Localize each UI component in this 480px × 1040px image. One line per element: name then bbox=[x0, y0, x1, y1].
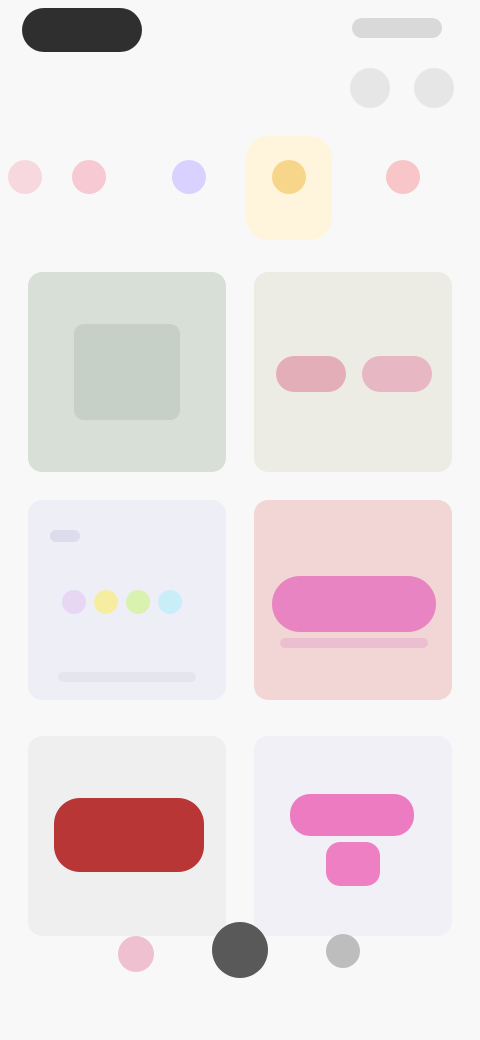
sticker-preview bbox=[74, 324, 180, 420]
sticker-dot bbox=[158, 590, 182, 614]
sticker-preview bbox=[326, 842, 380, 886]
bottom-nav bbox=[0, 918, 480, 1002]
profile-icon[interactable] bbox=[326, 934, 360, 968]
category-strip bbox=[0, 136, 480, 248]
sticker-dot bbox=[62, 590, 86, 614]
category-icon bbox=[72, 160, 106, 194]
sticker-card[interactable] bbox=[254, 272, 452, 472]
menu-icon[interactable] bbox=[414, 68, 454, 108]
sticker-card[interactable] bbox=[28, 500, 226, 700]
sticker-shadow bbox=[280, 638, 428, 648]
heart-icon[interactable] bbox=[118, 936, 154, 972]
home-icon[interactable] bbox=[212, 922, 268, 978]
sticker-tag bbox=[50, 530, 80, 542]
sticker-dot bbox=[126, 590, 150, 614]
sticker-dot bbox=[94, 590, 118, 614]
category-icon bbox=[172, 160, 206, 194]
app-screen bbox=[0, 0, 480, 1040]
sticker-preview bbox=[362, 356, 432, 392]
page-title bbox=[34, 74, 68, 96]
sticker-card[interactable] bbox=[254, 500, 452, 700]
category-item[interactable] bbox=[46, 136, 132, 240]
sticker-shadow bbox=[58, 672, 196, 682]
category-item-selected[interactable] bbox=[246, 136, 332, 240]
category-icon bbox=[386, 160, 420, 194]
status-indicator bbox=[352, 18, 442, 38]
sticker-preview bbox=[276, 356, 346, 392]
category-item[interactable] bbox=[146, 136, 232, 240]
sticker-card[interactable] bbox=[28, 272, 226, 472]
category-icon bbox=[8, 160, 42, 194]
sticker-card[interactable] bbox=[254, 736, 452, 936]
category-icon bbox=[272, 160, 306, 194]
sticker-preview bbox=[272, 576, 436, 632]
sticker-preview bbox=[54, 798, 204, 872]
sticker-preview bbox=[62, 590, 182, 614]
sticker-preview bbox=[290, 794, 414, 836]
sticker-card[interactable] bbox=[28, 736, 226, 936]
search-icon[interactable] bbox=[350, 68, 390, 108]
status-pill bbox=[22, 8, 142, 52]
category-item[interactable] bbox=[360, 136, 446, 240]
